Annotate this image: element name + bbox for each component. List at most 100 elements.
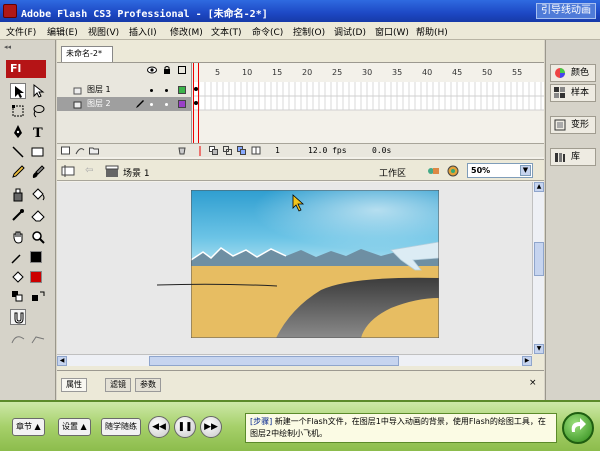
close-icon[interactable]: × (529, 379, 538, 388)
onion-outline-icon[interactable] (223, 146, 233, 155)
practice-button[interactable]: 随学随练 (101, 418, 141, 436)
zoom-select[interactable]: 50% ▼ (467, 163, 533, 178)
frame-grid[interactable]: 5 10 15 20 25 30 35 40 45 50 55 (193, 63, 544, 143)
add-guide-icon[interactable] (75, 146, 85, 155)
back-arrow-icon[interactable]: ⇦ (85, 165, 93, 176)
edit-symbols-icon[interactable] (426, 164, 440, 178)
layer-outline-color[interactable] (178, 100, 186, 108)
fill-color-swatch[interactable] (30, 271, 42, 283)
swap-colors-icon[interactable] (30, 289, 46, 305)
layer-row[interactable]: 图层 1 (57, 83, 192, 97)
menu-modify[interactable]: 修改(M) (170, 25, 203, 38)
paint-bucket-tool-icon[interactable] (30, 187, 46, 203)
line-tool-icon[interactable] (10, 144, 26, 160)
transform-panel-button[interactable]: 变形 (550, 116, 596, 134)
pasteboard[interactable] (57, 182, 532, 354)
default-colors-icon[interactable] (10, 289, 26, 305)
panel-grip-icon[interactable]: ◂◂ (4, 43, 52, 53)
pause-icon[interactable]: ❚❚ (174, 416, 196, 438)
lasso-tool-icon[interactable] (30, 103, 46, 119)
insert-folder-icon[interactable] (89, 146, 99, 155)
layer-visible-dot[interactable] (150, 89, 153, 92)
menu-window[interactable]: 窗口(W) (375, 25, 409, 38)
layer-lock-dot[interactable] (165, 103, 168, 106)
snap-magnet-icon[interactable] (10, 309, 26, 325)
document-tab[interactable]: 未命名-2* (61, 46, 113, 62)
layer-row-selected[interactable]: 图层 2 (57, 97, 192, 111)
delete-layer-icon[interactable] (177, 146, 187, 155)
edit-multiple-frames-icon[interactable] (237, 146, 247, 155)
layer-outline-color[interactable] (178, 86, 186, 94)
color-panel-button[interactable]: 颜色 (550, 64, 596, 82)
insert-layer-icon[interactable] (61, 146, 71, 155)
scroll-right-icon[interactable]: ▶ (522, 356, 532, 366)
stroke-color-icon[interactable] (10, 249, 26, 265)
frame-number: 35 (392, 68, 403, 77)
menu-text[interactable]: 文本(T) (211, 25, 242, 38)
timeline-toggle-icon[interactable] (61, 164, 75, 178)
library-panel-button[interactable]: 库 (550, 148, 596, 166)
settings-button[interactable]: 设置 ▲ (58, 418, 91, 436)
menu-commands[interactable]: 命令(C) (252, 25, 283, 38)
workspace-button[interactable]: 工作区 (379, 166, 406, 179)
selection-tool-icon[interactable] (10, 83, 26, 99)
onion-skin-icon[interactable] (209, 146, 219, 155)
menu-insert[interactable]: 插入(I) (129, 25, 157, 38)
scroll-thumb[interactable] (534, 242, 544, 276)
eyedropper-tool-icon[interactable] (10, 207, 26, 223)
scene-name: 场景 1 (123, 169, 150, 179)
menu-help[interactable]: 帮助(H) (416, 25, 448, 38)
fill-color-icon[interactable] (10, 269, 26, 285)
rectangle-tool-icon[interactable] (30, 144, 46, 160)
text-tool-icon[interactable]: T (30, 124, 46, 141)
tutorial-player-bar: 章节 ▲ 设置 ▲ 随学随练 ◀◀ ❚❚ ▶▶ [步骤] 新建一个Flash文件… (0, 400, 600, 451)
layer-visible-dot[interactable] (150, 103, 153, 106)
stroke-color-swatch[interactable] (30, 251, 42, 263)
swatches-panel-button[interactable]: 样本 (550, 84, 596, 102)
scroll-left-icon[interactable]: ◀ (57, 356, 67, 366)
free-transform-tool-icon[interactable] (10, 103, 26, 119)
horizontal-scrollbar[interactable]: ◀ ▶ (57, 354, 532, 366)
stage[interactable] (191, 190, 439, 338)
zoom-tool-icon[interactable] (30, 229, 46, 245)
chapter-button[interactable]: 章节 ▲ (12, 418, 45, 436)
menu-file[interactable]: 文件(F) (6, 25, 36, 38)
hand-tool-icon[interactable] (10, 229, 26, 245)
frame-number: 50 (482, 68, 493, 77)
transform-icon (554, 119, 566, 131)
menu-edit[interactable]: 编辑(E) (47, 25, 78, 38)
playhead[interactable] (193, 63, 199, 143)
rewind-icon[interactable]: ◀◀ (148, 416, 170, 438)
menu-control[interactable]: 控制(O) (293, 25, 325, 38)
chevron-down-icon[interactable]: ▼ (520, 165, 531, 176)
vertical-scrollbar[interactable]: ▲ ▼ (532, 182, 544, 354)
brush-tool-icon[interactable] (30, 164, 46, 180)
right-panel: 颜色 样本 变形 库 (545, 40, 600, 400)
tab-properties[interactable]: 属性 (61, 378, 87, 392)
next-step-button[interactable] (562, 412, 594, 444)
menu-debug[interactable]: 调试(D) (334, 25, 366, 38)
eraser-tool-icon[interactable] (30, 207, 46, 223)
edit-scene-icon[interactable] (446, 164, 460, 178)
menu-view[interactable]: 视图(V) (88, 25, 119, 38)
fast-forward-icon[interactable]: ▶▶ (200, 416, 222, 438)
pencil-tool-icon[interactable] (10, 164, 26, 180)
center-frame-icon[interactable] (197, 146, 203, 156)
eye-icon[interactable] (147, 66, 157, 74)
straighten-icon[interactable] (30, 331, 46, 347)
subselection-tool-icon[interactable] (30, 83, 46, 99)
scroll-down-icon[interactable]: ▼ (534, 344, 544, 354)
outline-icon[interactable] (178, 66, 186, 74)
ink-bottle-tool-icon[interactable] (10, 187, 26, 203)
layer-lock-dot[interactable] (165, 89, 168, 92)
timeline-status-bar: 1 12.0 fps 0.0s (57, 143, 544, 157)
scroll-thumb[interactable] (149, 356, 399, 366)
smooth-icon[interactable] (10, 331, 26, 347)
pen-tool-icon[interactable] (10, 124, 26, 140)
tab-filters[interactable]: 滤镜 (105, 378, 131, 392)
title-bar: Adobe Flash CS3 Professional - [未命名-2*] … (0, 0, 600, 22)
tab-parameters[interactable]: 参数 (135, 378, 161, 392)
modify-markers-icon[interactable] (251, 146, 261, 155)
lock-icon[interactable] (163, 66, 171, 74)
scroll-up-icon[interactable]: ▲ (534, 182, 544, 192)
